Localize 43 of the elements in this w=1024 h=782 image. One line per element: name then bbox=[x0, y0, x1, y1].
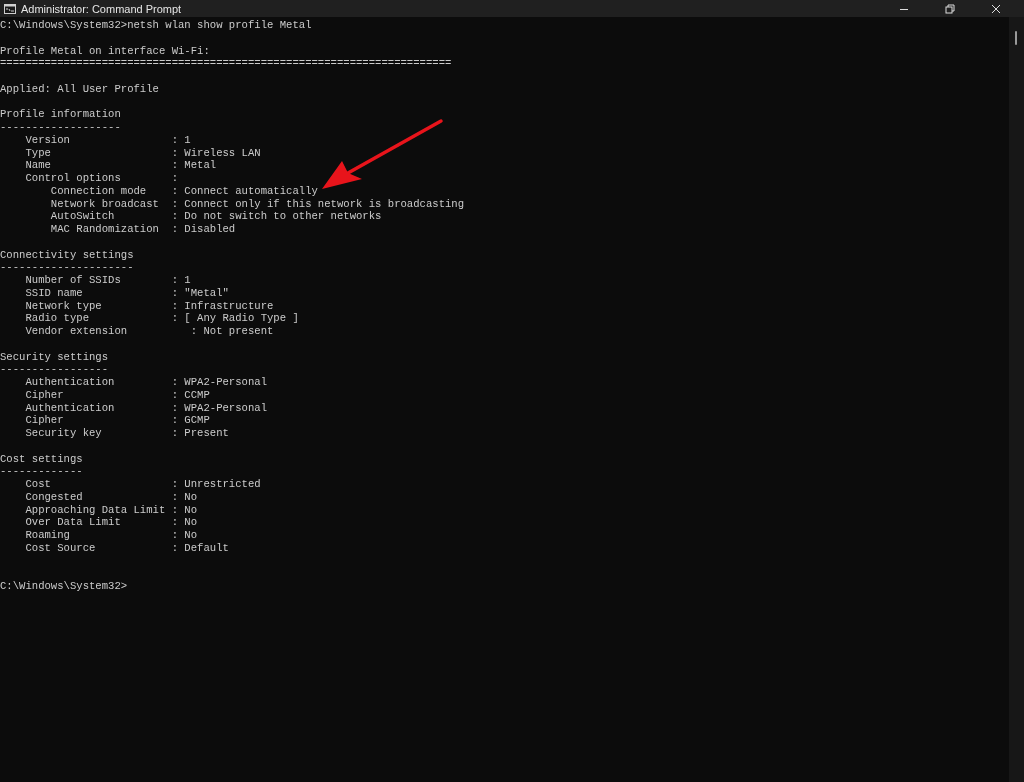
restore-icon bbox=[945, 3, 955, 14]
console-line: ----------------- bbox=[0, 363, 109, 376]
console-line: Approaching Data Limit : No bbox=[24, 503, 198, 517]
console-line: Security key : Present bbox=[24, 427, 229, 440]
console-line: AutoSwitch : Do not switch to other networks bbox=[49, 210, 382, 223]
console-line: Security settings bbox=[0, 350, 109, 364]
console-line: ------------------- bbox=[0, 121, 121, 134]
console-line: ------------- bbox=[0, 465, 83, 478]
close-icon bbox=[991, 3, 1001, 14]
console-line: Authentication : WPA2-Personal bbox=[24, 401, 267, 415]
console-line: --------------------- bbox=[0, 261, 134, 274]
console-icon bbox=[4, 3, 16, 14]
console-line: Cipher : GCMP bbox=[24, 414, 210, 427]
console-line: Version : 1 bbox=[24, 133, 191, 147]
console-line: Type : Wireless LAN bbox=[24, 146, 261, 160]
console-line: Over Data Limit : No bbox=[24, 516, 198, 529]
console-line: Congested : No bbox=[24, 490, 198, 504]
console-line: C:\Windows\System32>netsh wlan show profile Metal bbox=[0, 19, 312, 32]
console-line: Cost settings bbox=[0, 452, 83, 466]
console-line: Connectivity settings bbox=[0, 248, 134, 262]
console-line: Profile Metal on interface Wi-Fi: bbox=[0, 44, 210, 58]
console-line: Authentication : WPA2-Personal bbox=[24, 376, 267, 389]
console-line: Cipher : CCMP bbox=[24, 388, 210, 402]
console-line: Control options : bbox=[24, 172, 178, 185]
console-line: SSID name : "Metal" bbox=[24, 286, 229, 300]
console-line: Network type : Infrastructure bbox=[24, 299, 274, 313]
console-line: Vendor extension : Not present bbox=[24, 325, 274, 338]
window-title: Administrator: Command Prompt bbox=[21, 2, 182, 15]
console-line: Roaming : No bbox=[24, 529, 198, 542]
command-prompt: C:\Windows\System32> bbox=[0, 580, 128, 593]
console-line: Cost : Unrestricted bbox=[24, 478, 261, 491]
console-line: Profile information bbox=[0, 108, 121, 121]
console-line: Cost Source : Default bbox=[24, 541, 229, 555]
console-line: Number of SSIDs : 1 bbox=[24, 274, 191, 287]
console-line: ======================================================================= bbox=[0, 57, 452, 70]
console-line: Radio type : [ Any Radio Type ] bbox=[24, 312, 299, 325]
scrollbar-thumb[interactable] bbox=[1015, 31, 1017, 45]
console-line: Network broadcast : Connect only if this network is broadcasting bbox=[49, 197, 465, 211]
console-line: Name : Metal bbox=[24, 159, 217, 172]
console-line: MAC Randomization : Disabled bbox=[49, 223, 236, 236]
console-line: Applied: All User Profile bbox=[0, 82, 159, 96]
console-line: Connection mode : Connect automatically bbox=[49, 184, 318, 198]
scrollbar[interactable] bbox=[1009, 17, 1024, 782]
